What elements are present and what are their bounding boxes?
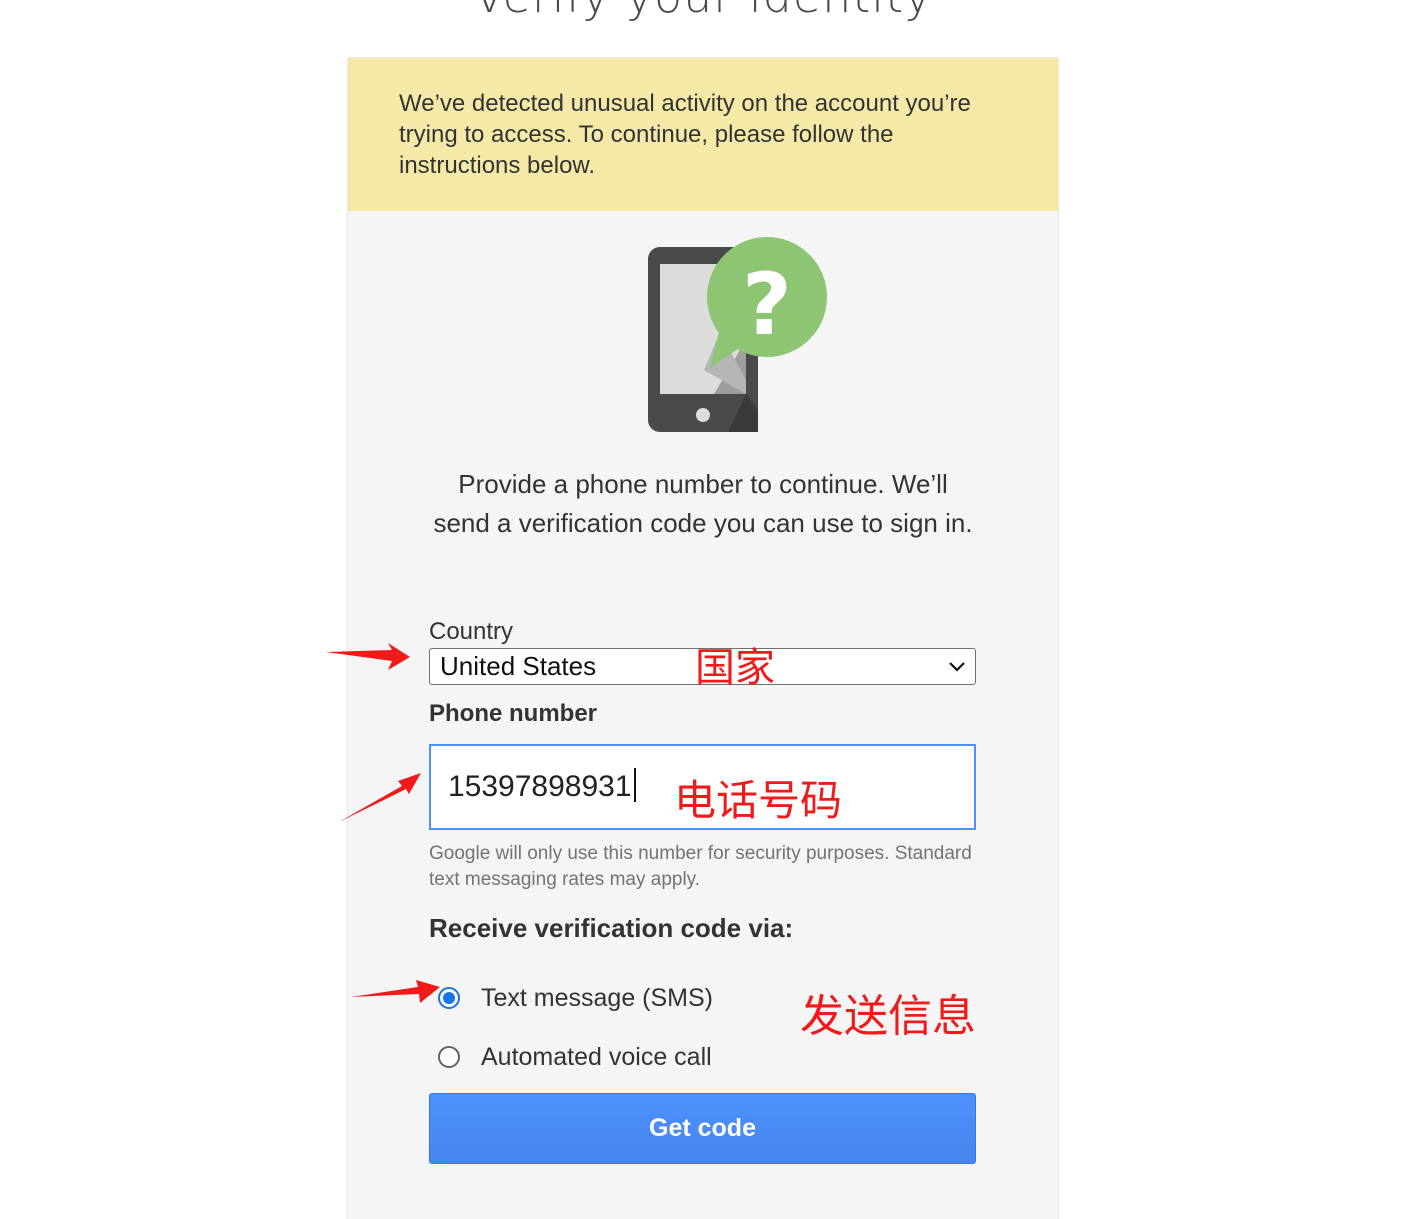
arrow-sms-icon: [351, 980, 440, 1003]
annotation-arrows: [326, 643, 440, 1003]
page: Verify your identity We’ve detected unus…: [0, 0, 1417, 1219]
arrow-country-icon: [326, 643, 410, 670]
arrow-phone-icon: [339, 773, 421, 822]
